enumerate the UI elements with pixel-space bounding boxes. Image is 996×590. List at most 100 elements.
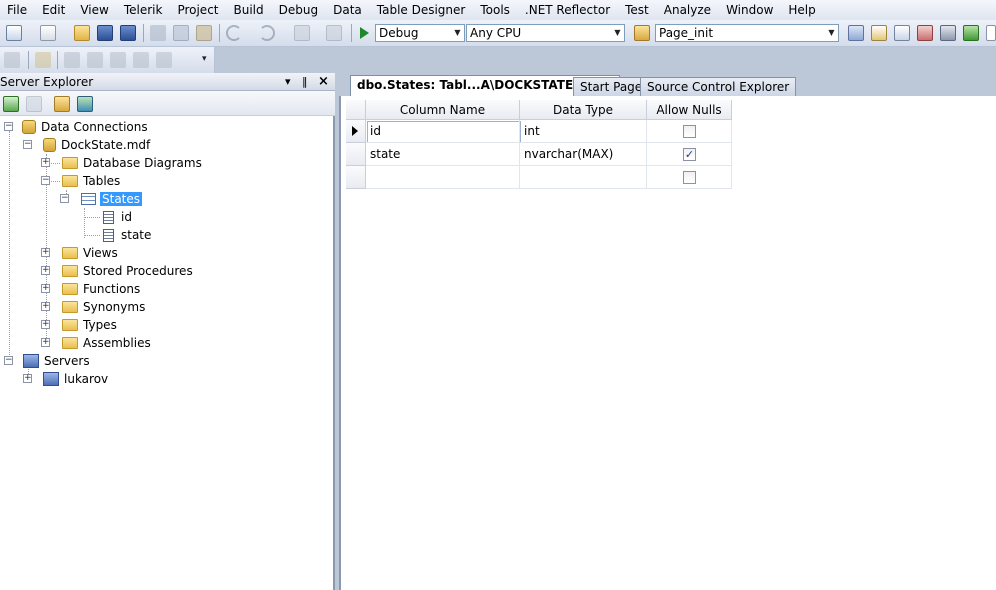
save-icon[interactable] — [97, 25, 113, 41]
menu-help[interactable]: Help — [781, 1, 823, 19]
generate-change-script-icon[interactable] — [4, 52, 20, 68]
menu-data[interactable]: Data — [326, 1, 370, 19]
set-primary-key-icon[interactable] — [35, 52, 51, 68]
allow-nulls-checkbox-checked[interactable]: ✓ — [683, 148, 696, 161]
menu-analyze[interactable]: Analyze — [657, 1, 719, 19]
close-icon[interactable]: × — [318, 73, 329, 91]
header-allow-nulls[interactable]: Allow Nulls — [647, 100, 732, 120]
undo-icon[interactable] — [226, 25, 242, 41]
manage-xml-indexes-icon[interactable] — [133, 52, 149, 68]
row-selector[interactable] — [346, 120, 366, 143]
menu-debug[interactable]: Debug — [272, 1, 326, 19]
tree-types[interactable]: Types — [62, 316, 117, 334]
tree-database-diagrams[interactable]: Database Diagrams — [62, 154, 202, 172]
find-in-files-icon[interactable] — [634, 25, 650, 41]
expand-functions[interactable]: + — [41, 284, 50, 293]
tree-database-dockstate[interactable]: DockState.mdf — [43, 136, 150, 154]
relationships-icon[interactable] — [64, 52, 80, 68]
tree-synonyms[interactable]: Synonyms — [62, 298, 145, 316]
tree-table-states[interactable]: States — [81, 190, 143, 208]
cell-column-name[interactable]: id — [366, 120, 520, 143]
menu-window[interactable]: Window — [719, 1, 781, 19]
solution-platform-combo[interactable]: Any CPU ▼ — [466, 24, 625, 42]
stop-refresh-icon[interactable] — [26, 96, 42, 112]
solution-explorer-icon[interactable] — [848, 25, 864, 41]
tree-servers[interactable]: Servers — [23, 352, 90, 370]
expand-lukarov[interactable]: + — [23, 374, 32, 383]
copy-icon[interactable] — [173, 25, 189, 41]
collapse-servers[interactable]: − — [4, 356, 13, 365]
tab-source-control-explorer[interactable]: Source Control Explorer — [640, 77, 797, 96]
manage-indexes-icon[interactable] — [87, 52, 103, 68]
navigate-backward-icon[interactable] — [294, 25, 310, 41]
window-position-icon[interactable]: ▾ — [285, 73, 291, 91]
connect-to-server-icon[interactable] — [77, 96, 93, 112]
collapse-states[interactable]: − — [60, 194, 69, 203]
tree-column-state[interactable]: state — [103, 226, 151, 244]
tree-data-connections[interactable]: Data Connections — [22, 118, 148, 136]
tree-tables[interactable]: Tables — [62, 172, 120, 190]
collapse-data-connections[interactable]: − — [4, 122, 13, 131]
tree-views[interactable]: Views — [62, 244, 118, 262]
server-explorer-header: Server Explorer ▾ ‖ × — [0, 73, 335, 91]
tree-functions[interactable]: Functions — [62, 280, 140, 298]
menu-net-reflector[interactable]: .NET Reflector — [518, 1, 618, 19]
save-all-icon[interactable] — [120, 25, 136, 41]
paste-icon[interactable] — [196, 25, 212, 41]
cell-column-name[interactable] — [366, 166, 520, 189]
menu-view[interactable]: View — [73, 1, 116, 19]
menu-telerik[interactable]: Telerik — [117, 1, 171, 19]
cut-icon[interactable] — [150, 25, 166, 41]
start-debugging-icon[interactable] — [360, 27, 369, 39]
menu-edit[interactable]: Edit — [35, 1, 73, 19]
menu-tools[interactable]: Tools — [473, 1, 518, 19]
collapse-dockstate[interactable]: − — [23, 140, 32, 149]
expand-stored-procedures[interactable]: + — [41, 266, 50, 275]
allow-nulls-checkbox[interactable] — [683, 171, 696, 184]
cell-data-type[interactable]: nvarchar(MAX) — [520, 143, 647, 166]
tree-column-id[interactable]: id — [103, 208, 132, 226]
collapse-tables[interactable]: − — [41, 176, 50, 185]
header-data-type[interactable]: Data Type — [520, 100, 647, 120]
solution-configuration-combo[interactable]: Debug ▼ — [375, 24, 465, 42]
menu-test[interactable]: Test — [618, 1, 657, 19]
open-file-icon[interactable] — [74, 25, 90, 41]
object-browser-icon[interactable] — [894, 25, 910, 41]
tools-icon[interactable] — [940, 25, 956, 41]
manage-fulltext-index-icon[interactable] — [110, 52, 126, 68]
cell-data-type[interactable] — [520, 166, 647, 189]
start-page-icon[interactable] — [963, 25, 979, 41]
expand-synonyms[interactable]: + — [41, 302, 50, 311]
menu-file[interactable]: File — [0, 1, 35, 19]
row-selector[interactable] — [346, 143, 366, 166]
allow-nulls-checkbox[interactable] — [683, 125, 696, 138]
menu-table-designer[interactable]: Table Designer — [370, 1, 474, 19]
connect-to-database-icon[interactable] — [54, 96, 70, 112]
refresh-icon[interactable] — [3, 96, 19, 112]
header-column-name[interactable]: Column Name — [366, 100, 520, 120]
tab-start-page[interactable]: Start Page — [573, 77, 650, 96]
toolbox-icon[interactable] — [917, 25, 933, 41]
toolbar-overflow-icon[interactable]: ▾ — [202, 54, 207, 64]
check-constraints-icon[interactable] — [156, 52, 172, 68]
tree-assemblies[interactable]: Assemblies — [62, 334, 151, 352]
navigate-forward-icon[interactable] — [326, 25, 342, 41]
expand-types[interactable]: + — [41, 320, 50, 329]
more-icon[interactable] — [986, 25, 996, 41]
row-selector[interactable] — [346, 166, 366, 189]
expand-views[interactable]: + — [41, 248, 50, 257]
tree-server-lukarov[interactable]: lukarov — [43, 370, 108, 388]
add-item-icon[interactable] — [40, 25, 56, 41]
find-combo[interactable]: Page_init ▼ — [655, 24, 839, 42]
auto-hide-pin-icon[interactable]: ‖ — [302, 73, 308, 91]
tree-stored-procedures[interactable]: Stored Procedures — [62, 262, 193, 280]
new-project-icon[interactable] — [6, 25, 22, 41]
expand-assemblies[interactable]: + — [41, 338, 50, 347]
expand-database-diagrams[interactable]: + — [41, 158, 50, 167]
cell-column-name[interactable]: state — [366, 143, 520, 166]
cell-data-type[interactable]: int — [520, 120, 647, 143]
menu-project[interactable]: Project — [170, 1, 226, 19]
redo-icon[interactable] — [259, 25, 275, 41]
properties-window-icon[interactable] — [871, 25, 887, 41]
menu-build[interactable]: Build — [227, 1, 272, 19]
